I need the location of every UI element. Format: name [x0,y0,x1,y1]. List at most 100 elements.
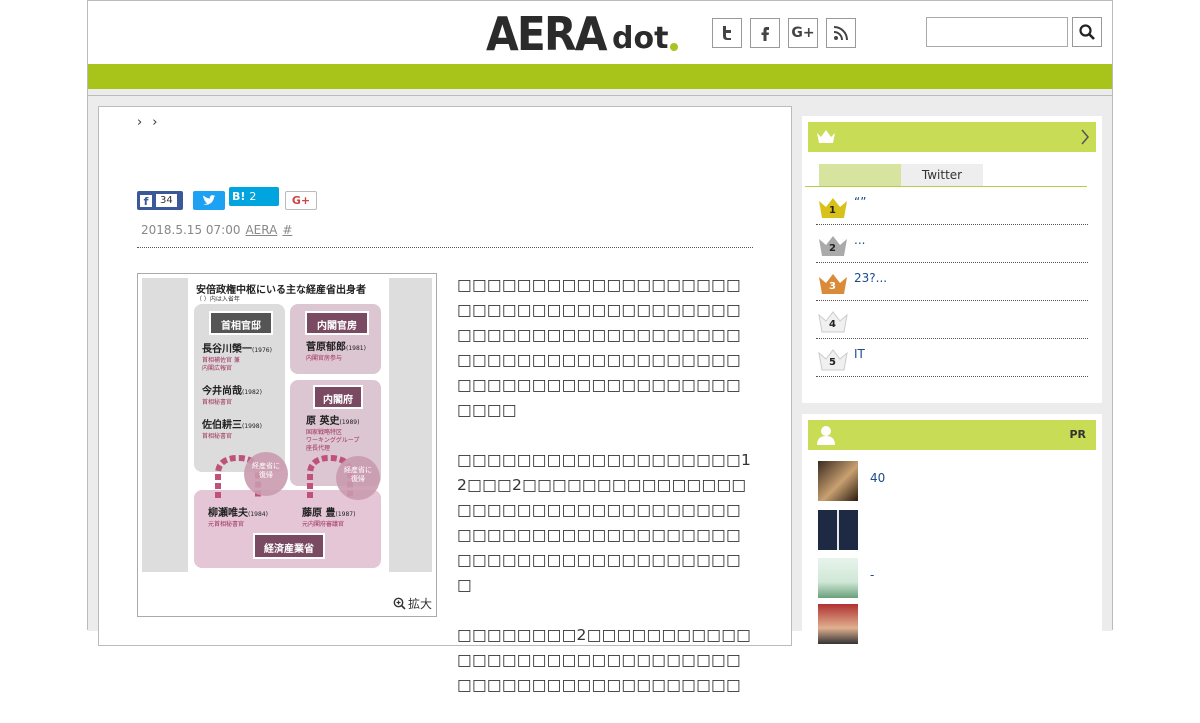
logo-sub-text: dot [612,21,669,56]
pr-thumbnail[interactable] [818,558,858,598]
return-badge: 経産省に復帰 [344,466,372,483]
person-year: (1976) [252,347,272,354]
rss-icon [833,26,848,41]
person-name: 今井尚哉 [202,386,242,397]
person-name: 長谷川榮一 [202,344,252,355]
person-role: 元内閣府審議官 [302,521,345,528]
box-label-kanbo: 内閣官房 [317,321,357,332]
org-chart-figure: 安倍政権中枢にいる主な経産省出身者 （ ）内は入省年 首相官邸 内閣官房 内閣府… [188,278,389,572]
ranking-panel: Twitter 1 “” 2 ... 3 23?... 4 5 IT [802,116,1102,403]
person-name: 柳瀬唯夫 [208,508,248,519]
person-role: 首相秘書官 [202,399,233,406]
facebook-share-button[interactable]: f 34 [137,191,183,210]
ranking-item[interactable]: 1 “” [816,187,1088,225]
article-container: › › f 34 B! 2 G+ 2018.5.15 07:00 AERA # [98,106,792,694]
pr-item[interactable] [818,510,1088,552]
rank-title[interactable]: ... [854,233,865,247]
search-input[interactable] [926,17,1068,47]
search-icon [1079,24,1095,40]
google-plus-icon: G+ [791,25,815,41]
rank-number: 3 [829,281,836,292]
photo-frame: 安倍政権中枢にいる主な経産省出身者 （ ）内は入省年 首相官邸 内閣官房 内閣府… [142,278,432,572]
article-tag-link[interactable]: # [282,223,292,247]
rank-number: 4 [829,319,836,330]
person-role: 首相秘書官 [202,433,233,440]
breadcrumb-separator[interactable]: › [152,115,157,130]
ranking-item[interactable]: 5 IT [816,339,1088,377]
rank-title[interactable]: IT [854,347,865,361]
ranking-header[interactable] [808,122,1096,152]
person-name: 藤原 豊 [302,508,336,519]
person-role: ワーキンググループ [306,437,360,444]
ranking-item[interactable]: 2 ... [816,225,1088,263]
person-year: (1987) [335,511,356,518]
rss-button[interactable] [826,18,856,48]
logo-main-text: AERA [486,7,607,61]
article-paragraph: □□□□□□□□□□□□□□□□□□□12□□□2□□□□□□□□□□□□□□□… [457,451,752,594]
person-year: (1984) [248,511,268,518]
page-frame: AERA dot G+ › › f 34 B! 2 G+ 2018.5.15 0… [87,0,1113,694]
box-label-kantei: 首相官邸 [221,321,261,332]
rank-number: 1 [829,205,836,216]
site-logo[interactable]: AERA dot [486,7,679,61]
facebook-share-count: 34 [156,194,177,207]
search-button[interactable] [1072,17,1102,47]
pr-thumbnail[interactable] [818,461,858,501]
nav-bar [88,64,1112,89]
person-role: 首相補佐官 兼 [202,357,240,364]
tab-access[interactable] [819,164,901,186]
google-plus-button[interactable]: G+ [788,18,818,48]
site-header: AERA dot G+ [88,1,1112,64]
pr-title[interactable]: 40 [870,471,885,485]
article-photo[interactable]: 安倍政権中枢にいる主な経産省出身者 （ ）内は入省年 首相官邸 内閣官房 内閣府… [137,273,437,617]
pr-item[interactable]: 40 [818,461,1088,503]
crown-icon [817,130,835,143]
pr-title[interactable]: - [870,568,874,582]
person-entry: 佐伯耕三(1998) 首相秘書官 [202,420,262,441]
person-entry: 長谷川榮一(1976) 首相補佐官 兼 内閣広報官 [202,344,272,373]
person-name: 原 英史 [306,416,340,427]
zoom-button[interactable]: 拡大 [393,595,432,612]
person-entry: 今井尚哉(1982) 首相秘書官 [202,386,262,407]
pr-item[interactable]: - [818,558,1088,600]
rank-title[interactable]: “” [854,195,866,209]
twitter-icon [723,26,731,40]
article-date: 2018.5.15 07:00 [141,223,241,237]
article-paragraph: □□□□□□□□□□□□□□□□□□□□□□□□□□□□□□□□□□□□□□□□… [457,276,741,419]
pr-item[interactable] [818,604,1088,646]
zoom-in-icon [393,597,406,610]
article-source-link[interactable]: AERA [245,223,277,247]
person-role: 内閣官房参与 [306,355,343,362]
rank-title[interactable]: 23?... [854,271,887,285]
pr-panel: PR 40 - [802,414,1102,644]
person-year: (1998) [242,423,262,430]
ministry-label: 経済産業省 [264,544,314,555]
tab-twitter[interactable]: Twitter [901,164,983,186]
person-role: 元首相秘書官 [208,521,245,528]
article-paragraph: □□□□□□□□2□□□□□□□□□□□□□□□□□□□□□□□□□□□□□□□… [457,626,752,694]
person-year: (1989) [339,419,360,426]
box-label-naikakufu: 内閣府 [323,395,353,406]
person-role: 内閣広報官 [202,365,233,372]
twitter-button[interactable] [712,18,742,48]
person-icon [817,426,835,445]
person-role: 座長代理 [306,445,331,452]
person-name: 佐伯耕三 [202,420,242,431]
hatena-icon: B! [232,190,246,203]
pr-thumbnail[interactable] [818,510,858,550]
google-plus-icon: G+ [291,194,311,207]
person-year: (1982) [242,389,262,396]
person-entry: 菅原郁郎(1981) 内閣官房参与 [306,342,366,363]
person-entry: 藤原 豊(1987) 元内閣府審議官 [302,508,355,529]
google-plus-share-button[interactable]: G+ [285,191,317,210]
twitter-icon [203,194,216,205]
breadcrumb-separator[interactable]: › [137,115,142,130]
rank-number: 5 [829,357,836,368]
facebook-button[interactable] [750,18,780,48]
ranking-item[interactable]: 3 23?... [816,263,1088,301]
hatena-bookmark-button[interactable]: B! 2 [229,187,279,206]
ranking-item[interactable]: 4 [816,301,1088,339]
twitter-share-button[interactable] [193,191,225,210]
pr-header: PR [808,420,1096,450]
pr-thumbnail[interactable] [818,604,858,644]
